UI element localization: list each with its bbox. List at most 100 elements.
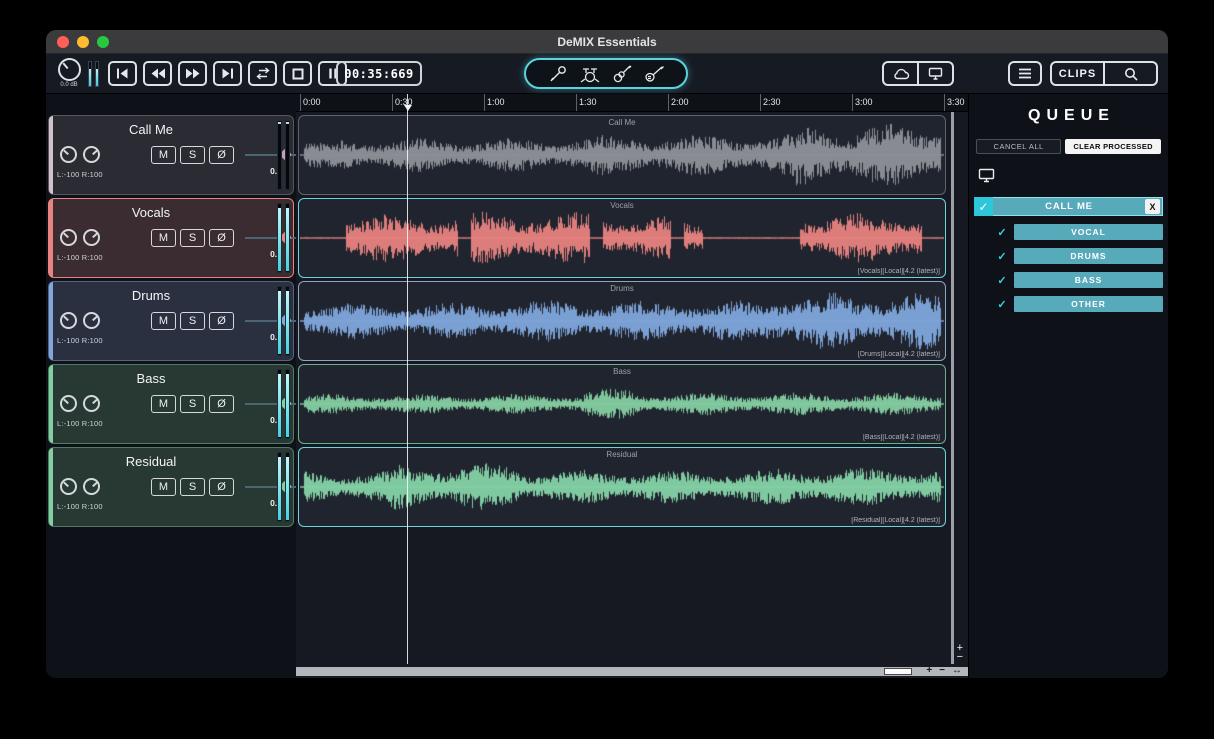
- drums-icon[interactable]: [579, 64, 601, 84]
- track-headers-panel: Call Me L:-100 R:100 M S Ø 0.0 Vocals L:…: [46, 94, 307, 678]
- queue-item-label[interactable]: VOCAL: [1014, 224, 1163, 240]
- waveform-canvas: [300, 450, 944, 524]
- solo-button[interactable]: S: [180, 395, 205, 413]
- microphone-icon[interactable]: [548, 64, 568, 84]
- horizontal-scrollbar[interactable]: + − ↔: [296, 666, 968, 676]
- pan-left-knob[interactable]: [60, 312, 77, 329]
- track-header-residual[interactable]: Residual L:-100 R:100 M S Ø 0.0: [48, 447, 307, 527]
- check-icon[interactable]: ✓: [995, 273, 1009, 287]
- check-icon[interactable]: ✓: [995, 225, 1009, 239]
- queue-item-call-me[interactable]: ✓ CALL ME X: [974, 197, 1163, 216]
- zoom-in-button[interactable]: +: [926, 666, 932, 676]
- pan-right-knob[interactable]: [83, 229, 100, 246]
- mute-button[interactable]: M: [151, 229, 176, 247]
- track-level-meter: [277, 120, 290, 190]
- pan-left-knob[interactable]: [60, 395, 77, 412]
- hamburger-icon: [1019, 68, 1031, 79]
- check-icon[interactable]: ✓: [974, 197, 993, 216]
- skip-end-button[interactable]: [213, 61, 242, 86]
- clip-call-me[interactable]: Call Me: [298, 115, 946, 195]
- queue-panel: QUEUE CANCEL ALL CLEAR PROCESSED ✓ CALL …: [968, 94, 1168, 678]
- queue-item-drums[interactable]: ✓ DRUMS: [995, 248, 1163, 264]
- playhead[interactable]: [403, 94, 412, 664]
- time-ruler[interactable]: 0:00 0:30 1:00 1:30 2:00 2:30 3:00 3:30: [296, 94, 968, 112]
- rewind-button[interactable]: [143, 61, 172, 86]
- skip-start-button[interactable]: [108, 61, 137, 86]
- phase-button[interactable]: Ø: [209, 395, 234, 413]
- queue-item-label[interactable]: OTHER: [1014, 296, 1163, 312]
- clip-residual[interactable]: Residual [Residual][Local][4.2 (latest)]: [298, 447, 946, 527]
- timeline-area[interactable]: 0:00 0:30 1:00 1:30 2:00 2:30 3:00 3:30 Call Me…: [296, 94, 968, 678]
- vertical-zoom-out-button[interactable]: −: [957, 652, 963, 663]
- queue-item-bass[interactable]: ✓ BASS: [995, 272, 1163, 288]
- cloud-processing-button[interactable]: [884, 63, 917, 84]
- solo-button[interactable]: S: [180, 312, 205, 330]
- pan-left-knob[interactable]: [60, 229, 77, 246]
- track-level-meter: [277, 286, 290, 356]
- mute-button[interactable]: M: [151, 395, 176, 413]
- pan-right-knob[interactable]: [83, 312, 100, 329]
- check-icon[interactable]: ✓: [995, 297, 1009, 311]
- pan-left-knob[interactable]: [60, 146, 77, 163]
- track-header-vocals[interactable]: Vocals L:-100 R:100 M S Ø 0.0: [48, 198, 307, 278]
- zoom-fit-button[interactable]: ↔: [952, 666, 962, 676]
- mute-button[interactable]: M: [151, 478, 176, 496]
- pan-label: L:-100 R:100: [57, 502, 103, 511]
- phase-button[interactable]: Ø: [209, 478, 234, 496]
- vertical-scrollbar[interactable]: [951, 112, 954, 664]
- pan-right-knob[interactable]: [83, 146, 100, 163]
- window-controls: [57, 35, 109, 48]
- check-icon[interactable]: ✓: [995, 249, 1009, 263]
- solo-button[interactable]: S: [180, 229, 205, 247]
- mute-button[interactable]: M: [151, 146, 176, 164]
- pan-right-knob[interactable]: [83, 478, 100, 495]
- menu-button[interactable]: [1008, 61, 1042, 86]
- master-gain-knob[interactable]: [57, 58, 81, 81]
- clear-processed-button[interactable]: CLEAR PROCESSED: [1065, 139, 1161, 154]
- minimize-window-button[interactable]: [77, 35, 89, 48]
- track-header-drums[interactable]: Drums L:-100 R:100 M S Ø 0.0: [48, 281, 307, 361]
- loop-button[interactable]: [248, 61, 277, 86]
- search-button[interactable]: [1103, 63, 1156, 84]
- queue-title: QUEUE: [1028, 107, 1115, 124]
- mute-button[interactable]: M: [151, 312, 176, 330]
- phase-button[interactable]: Ø: [209, 312, 234, 330]
- queue-item-vocal[interactable]: ✓ VOCAL: [995, 224, 1163, 240]
- zoom-out-button[interactable]: −: [939, 666, 945, 676]
- zoom-window-button[interactable]: [97, 35, 109, 48]
- queue-item-label[interactable]: BASS: [1014, 272, 1163, 288]
- remove-queue-item-button[interactable]: X: [1145, 199, 1160, 214]
- bass-icon[interactable]: [643, 64, 665, 84]
- close-window-button[interactable]: [57, 35, 69, 48]
- fast-forward-button[interactable]: [178, 61, 207, 86]
- waveform-canvas: [300, 201, 944, 275]
- clip-bass[interactable]: Bass [Bass][Local][4.2 (latest)]: [298, 364, 946, 444]
- stop-button[interactable]: [283, 61, 312, 86]
- cancel-all-button[interactable]: CANCEL ALL: [976, 139, 1062, 154]
- track-header-call-me[interactable]: Call Me L:-100 R:100 M S Ø 0.0: [48, 115, 307, 195]
- waveform-canvas: [300, 367, 944, 441]
- guitar-icon[interactable]: [612, 64, 632, 84]
- local-processing-button[interactable]: [917, 63, 952, 84]
- track-name: Bass: [136, 371, 166, 386]
- pan-right-knob[interactable]: [83, 395, 100, 412]
- clip-drums[interactable]: Drums [Drums][Local][4.2 (latest)]: [298, 281, 946, 361]
- clip-label: Drums: [610, 284, 634, 293]
- clips-label: CLIPS: [1058, 67, 1097, 80]
- phase-button[interactable]: Ø: [209, 146, 234, 164]
- queue-item-other[interactable]: ✓ OTHER: [995, 296, 1163, 312]
- instrument-filter-group: [524, 58, 688, 89]
- clips-button[interactable]: CLIPS: [1052, 63, 1103, 84]
- pan-label: L:-100 R:100: [57, 253, 103, 262]
- track-name: Drums: [131, 288, 171, 303]
- track-header-bass[interactable]: Bass L:-100 R:100 M S Ø 0.0: [48, 364, 307, 444]
- scrollbar-thumb[interactable]: [884, 668, 912, 675]
- solo-button[interactable]: S: [180, 146, 205, 164]
- transport-controls: [108, 61, 347, 86]
- phase-button[interactable]: Ø: [209, 229, 234, 247]
- clip-vocals[interactable]: Vocals [Vocals][Local][4.2 (latest)]: [298, 198, 946, 278]
- queue-item-label[interactable]: DRUMS: [1014, 248, 1163, 264]
- solo-button[interactable]: S: [180, 478, 205, 496]
- pan-left-knob[interactable]: [60, 478, 77, 495]
- waveform-canvas: [300, 118, 944, 192]
